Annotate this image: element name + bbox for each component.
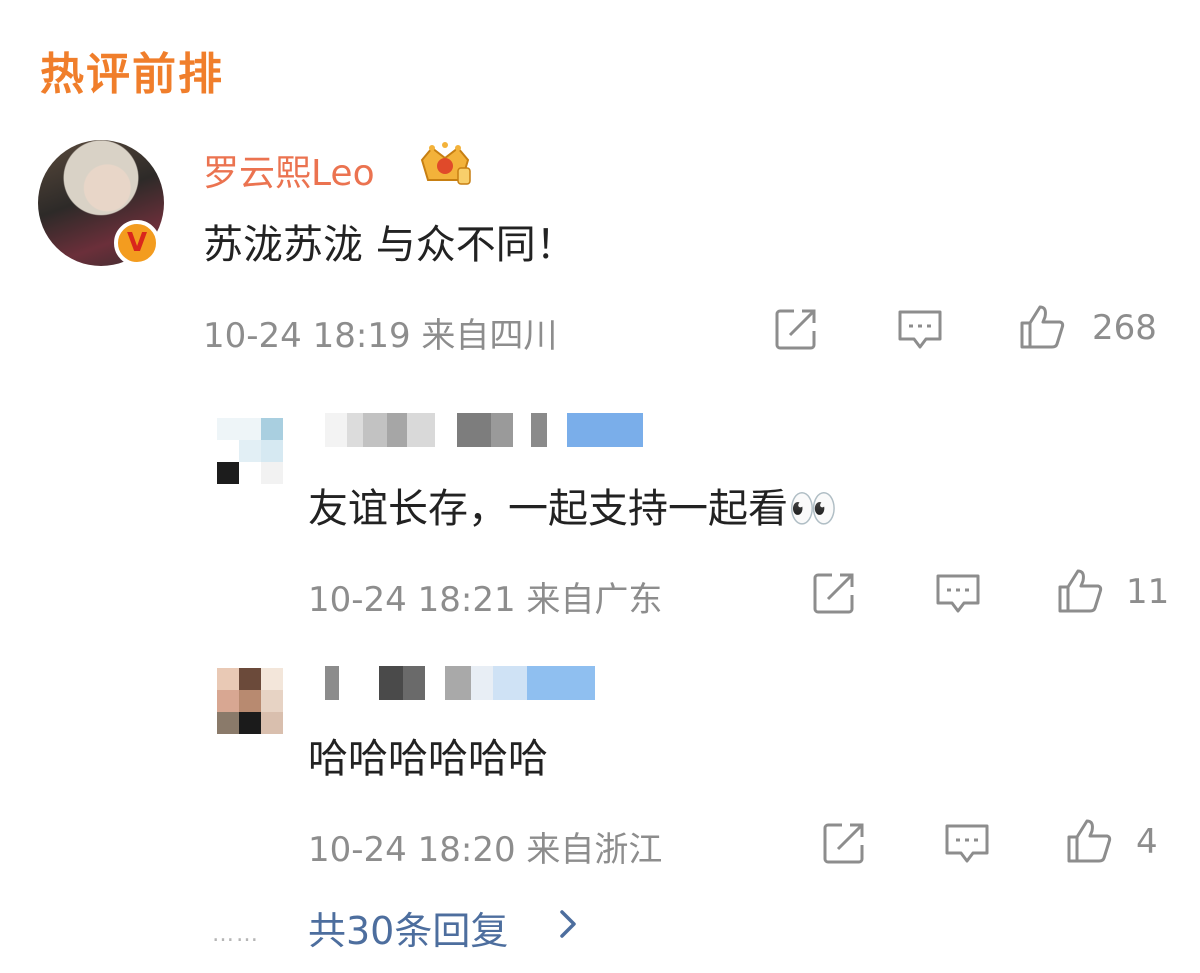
comment-icon[interactable] bbox=[896, 305, 944, 353]
chevron-right-icon[interactable] bbox=[556, 904, 582, 944]
reply-avatar[interactable] bbox=[217, 668, 283, 734]
reply-text: 哈哈哈哈哈哈 bbox=[308, 736, 548, 782]
reply-meta: 10-24 18:20 来自浙江 bbox=[308, 822, 662, 871]
like-count: 4 bbox=[1136, 822, 1158, 862]
share-icon[interactable] bbox=[820, 819, 868, 867]
like-count: 11 bbox=[1126, 572, 1170, 612]
comment-text: 苏泷苏泷 与众不同！ bbox=[203, 222, 576, 268]
reply-time: 10-24 18:20 bbox=[308, 830, 516, 870]
comment-author-name[interactable]: 罗云熙Leo bbox=[203, 144, 375, 196]
reply-text: 友谊长存，一起支持一起看👀 bbox=[308, 486, 838, 532]
like-count: 268 bbox=[1092, 308, 1157, 348]
share-icon[interactable] bbox=[772, 305, 820, 353]
comment-icon[interactable] bbox=[934, 569, 982, 617]
more-dots: …… bbox=[212, 922, 260, 947]
like-icon[interactable] bbox=[1056, 567, 1104, 615]
reply-time: 10-24 18:21 bbox=[308, 580, 516, 620]
share-icon[interactable] bbox=[810, 569, 858, 617]
comment-location: 来自四川 bbox=[421, 316, 558, 356]
crown-badge-icon bbox=[420, 142, 471, 185]
like-icon[interactable] bbox=[1065, 817, 1113, 865]
reply-author-name[interactable] bbox=[325, 413, 670, 447]
section-title: 热评前排 bbox=[40, 49, 224, 100]
comment-meta: 10-24 18:19 来自四川 bbox=[203, 308, 557, 357]
comment-time: 10-24 18:19 bbox=[203, 316, 411, 356]
name-badge: 2 bbox=[650, 412, 666, 440]
verified-badge-icon: V bbox=[114, 220, 160, 266]
comment-icon[interactable] bbox=[943, 819, 991, 867]
reply-location: 来自广东 bbox=[526, 580, 663, 620]
more-replies-link[interactable]: 共30条回复 bbox=[308, 900, 508, 955]
reply-location: 来自浙江 bbox=[526, 830, 663, 870]
reply-avatar[interactable] bbox=[217, 418, 283, 484]
like-icon[interactable] bbox=[1018, 303, 1066, 351]
reply-author-name[interactable] bbox=[325, 666, 595, 700]
reply-meta: 10-24 18:21 来自广东 bbox=[308, 572, 662, 621]
